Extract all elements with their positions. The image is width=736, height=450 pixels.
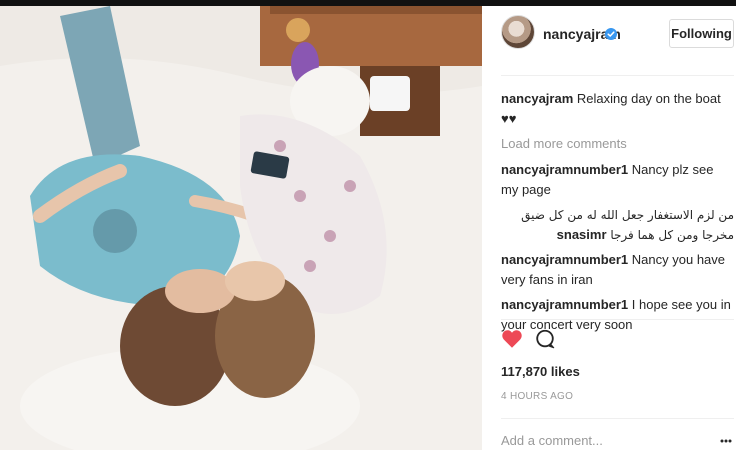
likes-count[interactable]: 117,870 likes	[501, 364, 580, 379]
load-more-comments-link[interactable]: Load more comments	[501, 134, 734, 154]
comment-text: من لزم الاستغفار جعل الله له من كل ضيق م…	[521, 208, 734, 242]
post-photo-illustration	[0, 6, 482, 450]
caption-username[interactable]: nancyajram	[501, 91, 573, 106]
comment-text-rtl: من لزم الاستغفار جعل الله له من كل ضيق م…	[501, 205, 734, 245]
comments-list: nancyajram Relaxing day on the boat ♥♥ L…	[501, 89, 734, 340]
comment-username[interactable]: nancyajramnumber1	[501, 252, 628, 267]
comment-item: nancyajramnumber1 Nancy plz see my page	[501, 160, 734, 200]
following-button[interactable]: Following	[669, 19, 734, 48]
comment-item: nancyajramnumber1 Nancy you have very fa…	[501, 250, 734, 290]
header-divider	[501, 75, 734, 76]
add-comment-input[interactable]: Add a comment...	[501, 433, 603, 448]
post-header: nancyajram Following	[482, 6, 736, 66]
heart-icon[interactable]	[501, 328, 523, 350]
footer-divider	[501, 418, 734, 419]
comment-username[interactable]: nancyajramnumber1	[501, 297, 628, 312]
comment-username[interactable]: nancyajramnumber1	[501, 162, 628, 177]
comment-bubble-icon[interactable]	[534, 328, 556, 350]
verified-badge-icon	[605, 28, 617, 40]
post-sidebar: nancyajram Following nancyajram Relaxing…	[482, 6, 736, 450]
comment-username[interactable]: snasimr	[557, 227, 607, 242]
post-timestamp[interactable]: 4 HOURS AGO	[501, 391, 573, 402]
post-photo	[0, 6, 482, 450]
post-actions	[501, 328, 561, 354]
more-options-icon[interactable]	[720, 439, 732, 443]
caption: nancyajram Relaxing day on the boat ♥♥	[501, 89, 734, 129]
comment-item: من لزم الاستغفار جعل الله له من كل ضيق م…	[501, 205, 734, 245]
avatar[interactable]	[501, 15, 535, 49]
comments-divider	[501, 319, 734, 320]
